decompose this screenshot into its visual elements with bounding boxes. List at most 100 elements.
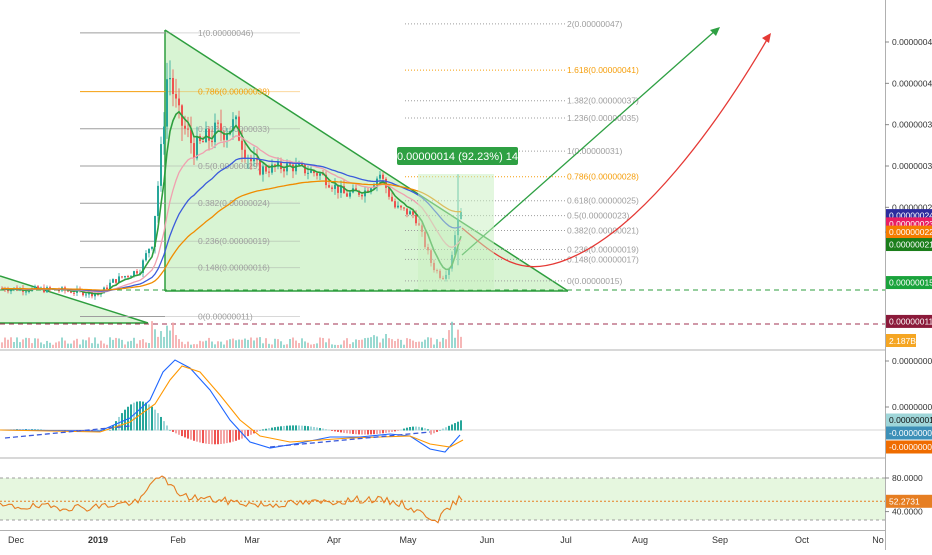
macd-histogram-bar [364, 430, 366, 435]
macd-histogram-bar [301, 425, 303, 431]
macd-histogram-bar [367, 430, 369, 435]
volume-bar [361, 339, 363, 348]
macd-histogram-bar [349, 430, 351, 434]
volume-bar [34, 338, 36, 348]
volume-bar [106, 344, 108, 348]
candle-body [316, 173, 318, 176]
volume-bar [343, 340, 345, 348]
macd-histogram-bar [460, 420, 462, 431]
volume-bar [46, 340, 48, 348]
candle-body [85, 294, 87, 296]
price-tick-label: 0.00000040 [892, 78, 932, 88]
volume-bar [322, 337, 324, 348]
volume-bar [400, 339, 402, 348]
candle-body [310, 170, 312, 173]
macd-histogram-bar [184, 430, 186, 438]
fib-right-label: 0.5(0.00000023) [567, 211, 630, 221]
volume-bar [367, 337, 369, 348]
volume-bar [226, 340, 228, 348]
macd-histogram-bar [226, 430, 228, 444]
volume-bar [88, 337, 90, 348]
macd-histogram-bar [448, 425, 450, 431]
volume-bar [397, 338, 399, 348]
volume-bar [133, 337, 135, 348]
volume-bar [13, 341, 15, 348]
macd-histogram-bar [451, 424, 453, 431]
volume-bar [265, 338, 267, 348]
time-tick-label: 2019 [88, 535, 108, 545]
volume-bar [157, 336, 159, 348]
volume-bar [187, 341, 189, 348]
time-axis[interactable]: Dec 2019 Feb Mar Apr May Jun Jul Aug Sep Oct No [8, 535, 884, 545]
volume-bar [4, 337, 6, 348]
volume-bar [238, 339, 240, 348]
volume-bar [100, 340, 102, 348]
macd-badge-label: -0.00000001 [889, 442, 932, 452]
volume-bar [280, 341, 282, 348]
volume-bar [124, 344, 126, 348]
candle-body [166, 79, 168, 127]
trading-chart[interactable]: 1(0.00000046) 0.786(0.00000038) 0.618(0.00… [0, 0, 932, 550]
macd-tick-label: 0.00000002 [892, 402, 932, 412]
volume-bar [448, 330, 450, 348]
volume-bar [1, 342, 3, 348]
volume-bar [445, 339, 447, 348]
candle-body [406, 208, 408, 215]
measure-range [418, 174, 494, 290]
macd-histogram-bar [400, 429, 402, 431]
volume-bar [253, 340, 255, 348]
candle-body [391, 196, 393, 202]
macd-histogram-bar [394, 430, 396, 432]
candle-body [151, 246, 153, 249]
fib-right-label: 0(0.00000015) [567, 276, 622, 286]
macd-histogram-bar [343, 430, 345, 433]
volume-bar [91, 343, 93, 348]
macd-histogram-bar [193, 430, 195, 441]
candle-body [193, 143, 195, 159]
macd-histogram-bar [247, 430, 249, 437]
candle-body [211, 140, 213, 143]
macd-histogram-bar [316, 427, 318, 431]
volume-bar [163, 336, 165, 348]
candle-body [400, 205, 402, 208]
volume-bar [325, 342, 327, 348]
volume-bar [205, 340, 207, 348]
macd-histogram-bar [412, 426, 414, 431]
macd-histogram-bar [211, 430, 213, 445]
macd-histogram-bar [307, 426, 309, 431]
volume-bar [7, 339, 9, 348]
fib-right-label: 0.382(0.00000021) [567, 225, 639, 235]
macd-histogram-bar [115, 421, 117, 431]
candle-body [226, 134, 228, 140]
macd-histogram-bar [160, 416, 162, 431]
volume-bar [166, 325, 168, 348]
volume-bar [352, 342, 354, 348]
rsi-panel [0, 475, 885, 524]
candle-body [34, 286, 36, 289]
time-tick-label: Oct [795, 535, 810, 545]
macd-histogram-bar [358, 430, 360, 435]
volume-bar [250, 337, 252, 348]
volume-bar [256, 337, 258, 348]
volume-bar [346, 338, 348, 348]
volume-bar [130, 340, 132, 348]
price-axis[interactable]: 0.00000045 0.00000040 0.00000035 0.00000030… [885, 37, 932, 517]
rsi-badge-label: 52.2731 [889, 496, 920, 506]
volume-bar [259, 337, 261, 348]
macd-histogram-bar [271, 427, 273, 431]
macd-histogram-bar [409, 427, 411, 431]
measure-label: 0.00000014 (92.23%) 14 [397, 151, 518, 163]
volume-bar [73, 340, 75, 348]
fib-left-label: 0.236(0.00000019) [198, 236, 270, 246]
candle-body [157, 185, 159, 217]
volume-bar [199, 340, 201, 348]
price-badge-label: 0.00000021 [889, 240, 932, 250]
macd-histogram-bar [169, 430, 171, 431]
fib-right-label: 1.236(0.00000035) [567, 113, 639, 123]
chart-canvas[interactable]: 1(0.00000046) 0.786(0.00000038) 0.618(0.00… [0, 0, 932, 550]
macd-histogram-bar [256, 430, 258, 432]
macd-histogram-bar [154, 409, 156, 431]
price-badge-label: 0.00000015 [889, 278, 932, 288]
volume-bar [457, 329, 459, 348]
macd-histogram-bar [406, 427, 408, 431]
